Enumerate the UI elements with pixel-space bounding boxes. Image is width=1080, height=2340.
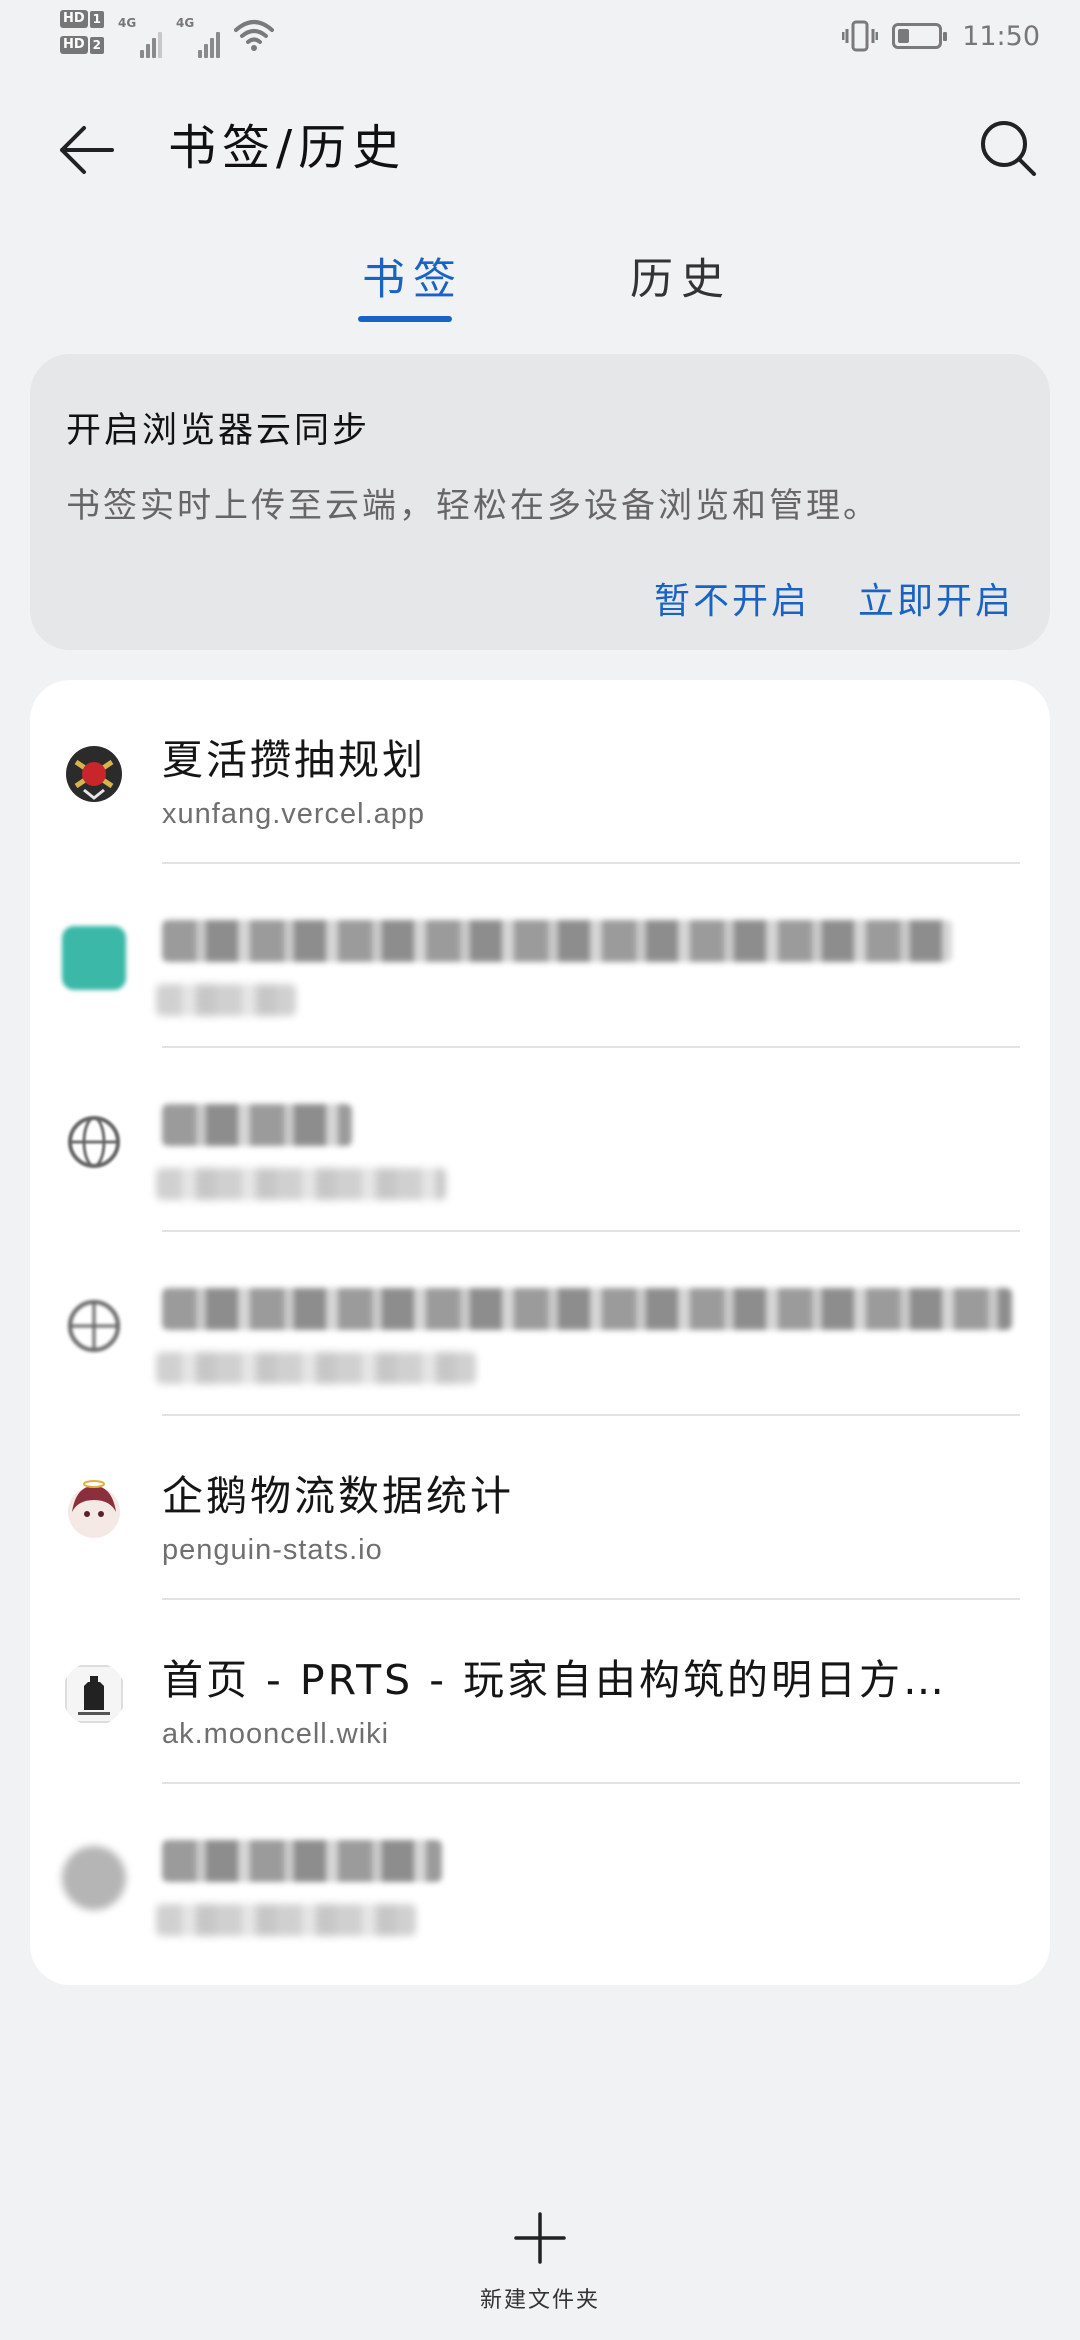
arrow-left-icon <box>60 126 114 174</box>
bookmark-title: 企鹅物流数据统计 <box>162 1472 514 1520</box>
enable-sync-button[interactable]: 立即开启 <box>858 572 1014 624</box>
bookmark-title-redacted <box>162 1288 1012 1330</box>
bookmark-item[interactable]: 夏活攒抽规划 xunfang.vercel.app <box>30 680 1050 864</box>
sync-card-description: 书签实时上传至云端，轻松在多设备浏览和管理。 <box>66 486 880 526</box>
site-favicon-icon <box>66 746 122 802</box>
wifi-icon <box>234 20 275 51</box>
clock: 11:50 <box>962 20 1040 52</box>
site-favicon-icon <box>62 926 126 990</box>
globe-icon <box>68 1300 120 1352</box>
status-bar-right: 11:50 <box>842 14 1040 58</box>
tab-bookmarks[interactable]: 书签 <box>362 250 464 310</box>
bookmark-url: penguin-stats.io <box>162 1534 383 1566</box>
status-bar-left: HD 1 HD 2 4G 4G <box>60 10 275 66</box>
sim2-indicator: HD 2 <box>60 36 105 54</box>
cloud-sync-card: 开启浏览器云同步 书签实时上传至云端，轻松在多设备浏览和管理。 暂不开启 立即开… <box>30 354 1050 650</box>
sim2-number: 2 <box>89 36 105 54</box>
sim1-number: 1 <box>89 10 105 28</box>
app-bar: 书签/历史 <box>0 100 1080 196</box>
tab-active-indicator <box>358 316 452 322</box>
bookmark-url-redacted <box>156 1168 446 1200</box>
bookmark-item[interactable] <box>30 1232 1050 1416</box>
tab-history[interactable]: 历史 <box>630 250 732 310</box>
bookmark-title-redacted <box>162 920 952 962</box>
network-type-2: 4G <box>176 16 195 30</box>
bookmark-item[interactable] <box>30 864 1050 1048</box>
network-type-1: 4G <box>118 16 137 30</box>
bookmark-url-redacted <box>156 984 296 1016</box>
bookmark-title-redacted <box>162 1104 352 1146</box>
site-favicon-icon <box>68 1480 120 1538</box>
search-icon <box>981 121 1036 176</box>
battery-icon <box>892 23 948 49</box>
sync-card-actions: 暂不开启 立即开启 <box>654 572 1014 624</box>
signal-icon-2: 4G <box>176 10 221 58</box>
site-favicon-icon <box>65 1665 123 1723</box>
bookmark-item[interactable] <box>30 1784 1050 1968</box>
page-title: 书签/历史 <box>168 120 407 176</box>
bookmark-item[interactable]: 首页 - PRTS - 玩家自由构筑的明日方… ak.mooncell.wiki <box>30 1600 1050 1784</box>
new-folder-button[interactable]: 新建文件夹 <box>440 2210 640 2330</box>
sync-card-title: 开启浏览器云同步 <box>66 411 371 451</box>
site-favicon-icon <box>62 1846 126 1910</box>
bookmark-url: xunfang.vercel.app <box>162 798 426 830</box>
search-button[interactable] <box>976 116 1040 180</box>
bookmark-url: ak.mooncell.wiki <box>162 1718 390 1750</box>
vibrate-icon <box>842 20 879 52</box>
signal-icon: 4G <box>118 10 163 58</box>
bookmark-list: 夏活攒抽规划 xunfang.vercel.app 企鹅物流数据统计 pengu… <box>30 680 1050 1985</box>
new-folder-label: 新建文件夹 <box>479 2288 600 2313</box>
bookmark-url-redacted <box>156 1904 416 1936</box>
sim2-hd-badge: HD <box>60 36 88 54</box>
plus-icon <box>514 2212 566 2264</box>
back-button[interactable] <box>56 120 126 180</box>
bookmark-title: 夏活攒抽规划 <box>162 736 426 784</box>
dismiss-sync-button[interactable]: 暂不开启 <box>654 572 810 624</box>
status-bar: HD 1 HD 2 4G 4G 11:50 <box>0 0 1080 72</box>
sim-indicators: HD 1 HD 2 <box>60 10 105 54</box>
bookmark-item[interactable] <box>30 1048 1050 1232</box>
bookmark-item[interactable]: 企鹅物流数据统计 penguin-stats.io <box>30 1416 1050 1600</box>
bookmark-title-redacted <box>162 1840 442 1882</box>
bookmark-url-redacted <box>156 1352 476 1384</box>
tab-bar: 书签 历史 <box>0 250 1080 330</box>
sim1-hd-badge: HD <box>60 10 88 28</box>
sim1-indicator: HD 1 <box>60 10 105 28</box>
globe-icon <box>68 1116 120 1168</box>
bookmark-title: 首页 - PRTS - 玩家自由构筑的明日方… <box>162 1656 948 1704</box>
